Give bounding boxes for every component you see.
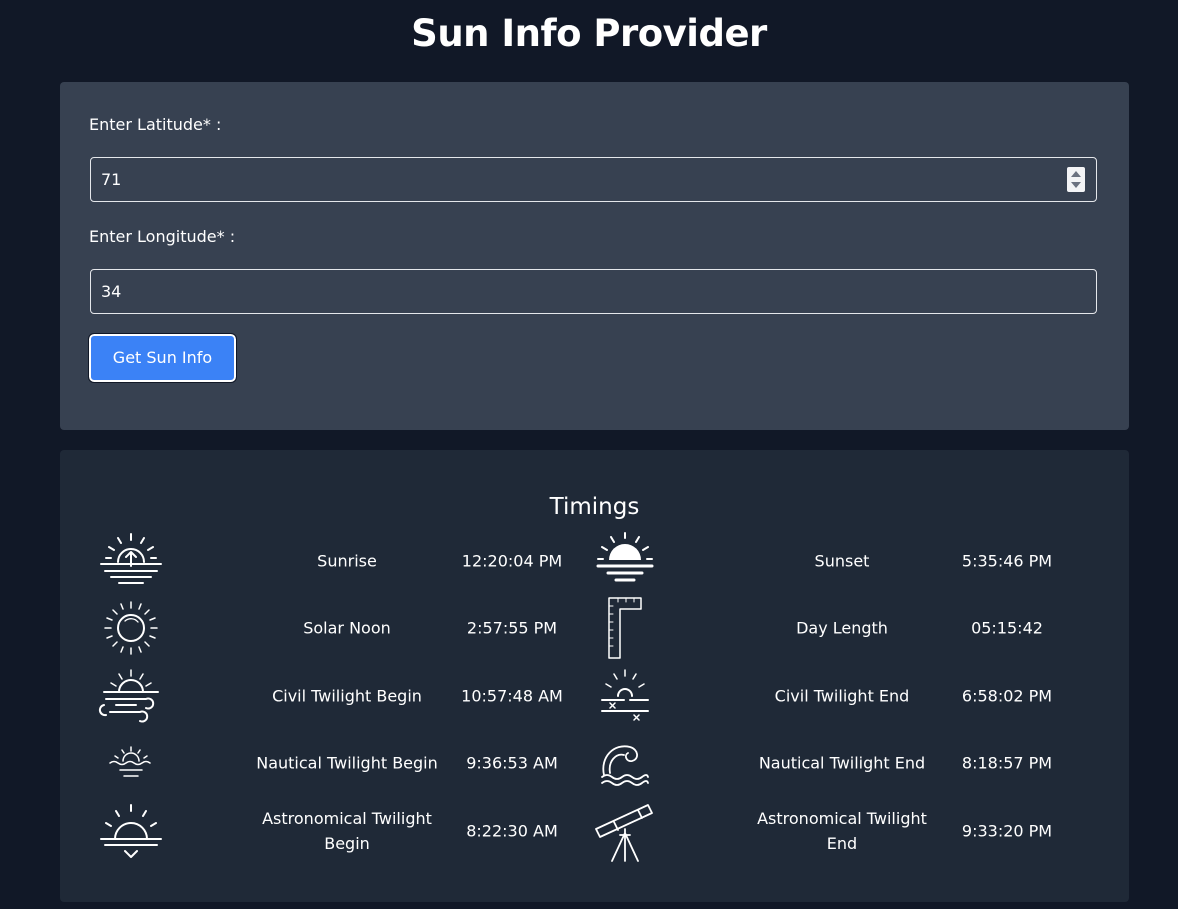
spinner-down-icon[interactable] — [1071, 182, 1081, 188]
timing-value: 6:58:02 PM — [961, 686, 1053, 706]
timing-value: 10:57:48 AM — [461, 686, 563, 706]
timing-label: Nautical Twilight End — [758, 753, 926, 773]
timings-panel: Timings Sunrise 12:20:04 PM Sunset 5:35:… — [60, 450, 1129, 902]
timing-label: Civil Twilight End — [774, 686, 910, 706]
timing-label: Sunrise — [317, 551, 377, 571]
timing-value: 12:20:04 PM — [461, 551, 563, 571]
longitude-value: 34 — [101, 282, 122, 301]
sun-icon — [96, 596, 166, 660]
latitude-value: 71 — [101, 170, 122, 189]
timings-title: Timings — [549, 494, 640, 520]
sea-sunrise-icon — [96, 731, 166, 795]
telescope-icon — [590, 799, 660, 863]
sundown-icon — [96, 799, 166, 863]
number-spinner[interactable] — [1067, 167, 1085, 192]
latitude-label: Enter Latitude* : — [89, 115, 222, 134]
timing-value: 05:15:42 — [971, 618, 1043, 638]
timing-label: Nautical Twilight Begin — [256, 753, 438, 773]
timing-value: 8:22:30 AM — [466, 821, 558, 841]
get-sun-info-button[interactable]: Get Sun Info — [88, 333, 237, 383]
ruler-icon — [590, 596, 660, 660]
longitude-label: Enter Longitude* : — [89, 227, 236, 246]
sunset-icon — [590, 528, 660, 592]
timing-value: 9:36:53 AM — [466, 753, 558, 773]
latitude-input[interactable]: 71 — [90, 157, 1097, 202]
timing-value: 8:18:57 PM — [961, 753, 1053, 773]
longitude-input[interactable]: 34 — [90, 269, 1097, 314]
timing-label: Sunset — [814, 551, 870, 571]
sunrise-icon — [96, 528, 166, 592]
horizon-sun-icon — [590, 664, 660, 728]
spinner-up-icon[interactable] — [1071, 171, 1081, 177]
timing-label: Astronomical Twilight Begin — [262, 809, 432, 853]
timing-label: Civil Twilight Begin — [272, 686, 422, 706]
windy-sunrise-icon — [96, 664, 166, 728]
timing-label: Day Length — [796, 618, 888, 638]
wave-icon — [590, 731, 660, 795]
page-title: Sun Info Provider — [411, 12, 767, 55]
timing-value: 9:33:20 PM — [961, 821, 1053, 841]
timing-value: 2:57:55 PM — [466, 618, 558, 638]
timing-value: 5:35:46 PM — [961, 551, 1053, 571]
timing-label: Astronomical Twilight End — [757, 809, 927, 853]
location-form: Enter Latitude* : 71 Enter Longitude* : … — [60, 82, 1129, 430]
timing-label: Solar Noon — [303, 618, 391, 638]
